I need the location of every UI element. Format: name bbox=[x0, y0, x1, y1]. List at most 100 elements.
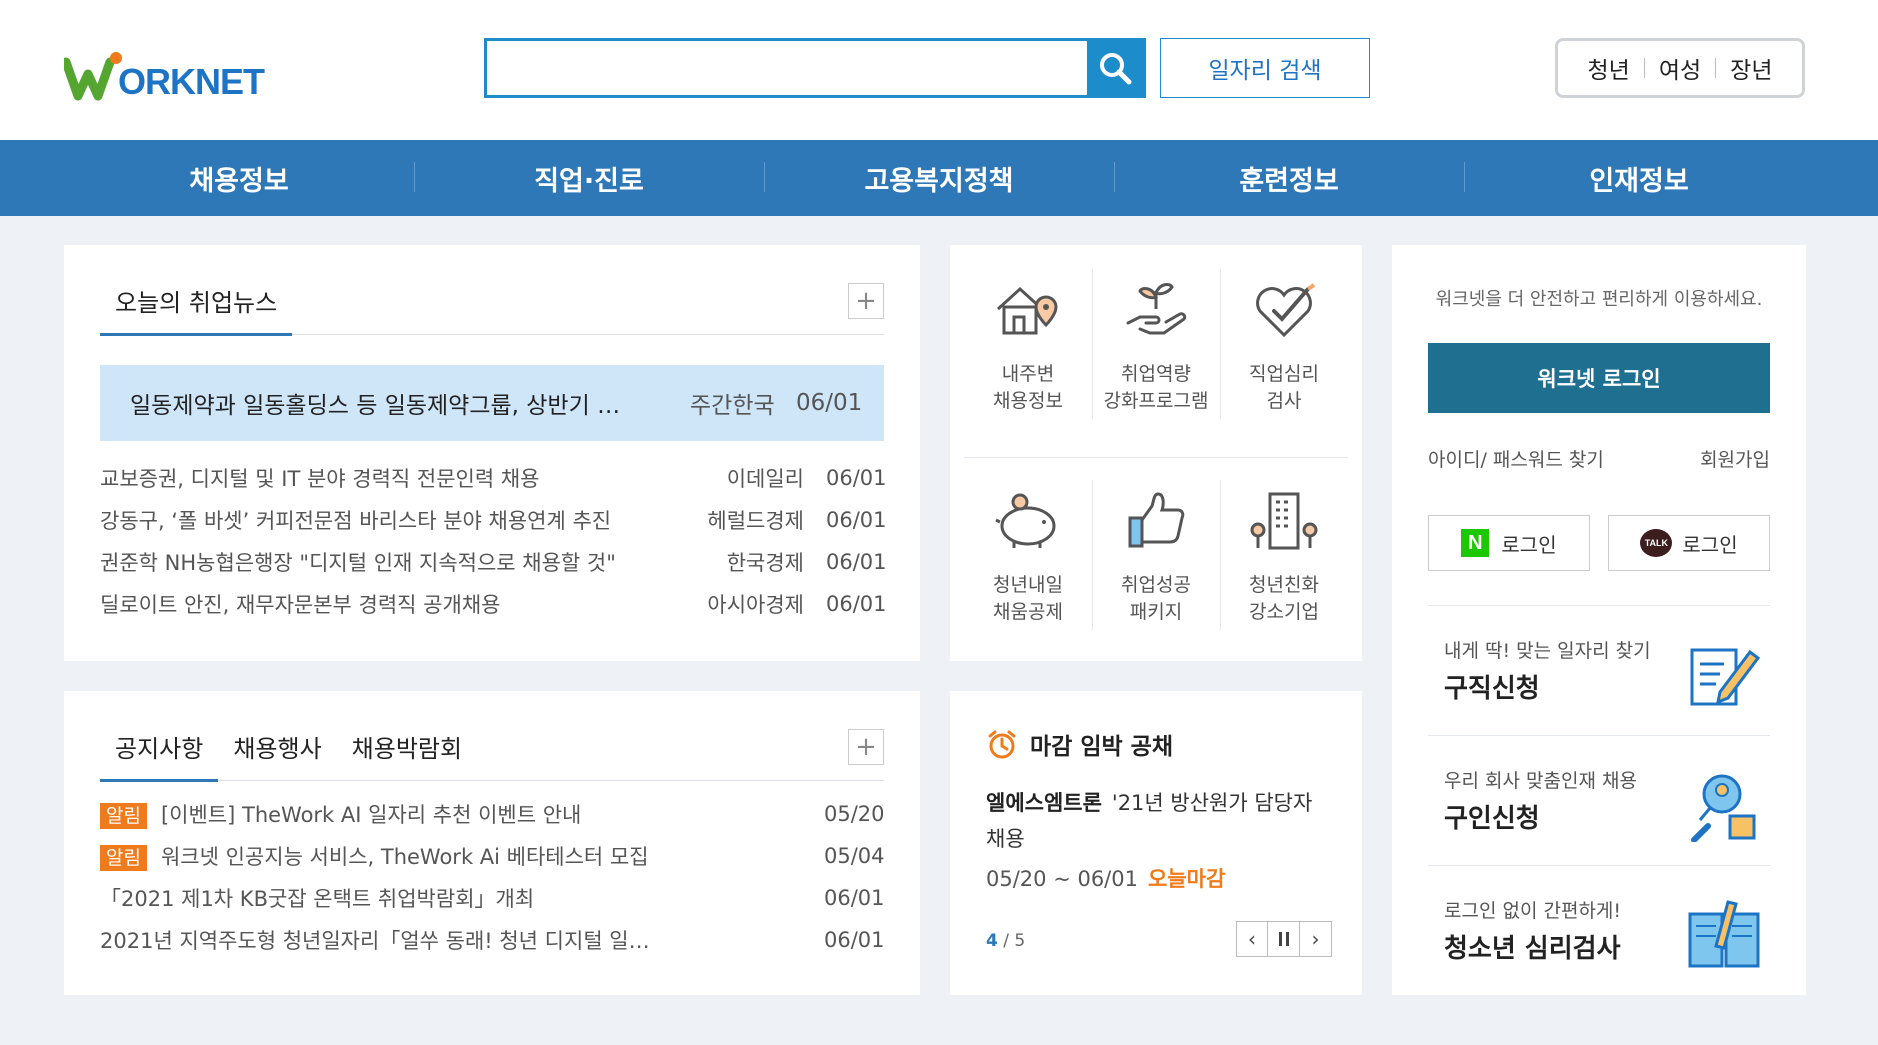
search-icon bbox=[1100, 53, 1132, 85]
resume-pencil-icon bbox=[1690, 648, 1761, 706]
tab-recruit-events[interactable]: 채용행사 bbox=[218, 729, 336, 780]
deadline-company: 엘에스엠트론 bbox=[986, 791, 1102, 815]
deadline-pager: 4 / 5 bbox=[986, 931, 1025, 951]
list-item[interactable]: 알림 워크넷 인공지능 서비스, TheWork Ai 베타테스터 모집 05/0… bbox=[100, 835, 885, 877]
quick-menu-grid: 내주변 채용정보 취업역량 강화프로그램 직업심리 검사 청년내일 채움공제 취… bbox=[964, 269, 1348, 641]
notice-title: 알림 워크넷 인공지능 서비스, TheWork Ai 베타테스터 모집 bbox=[100, 841, 824, 871]
target-selector: 청년 여성 장년 bbox=[1555, 38, 1805, 98]
service-youth-psych-test[interactable]: 로그인 없이 간편하게! 청소년 심리검사 bbox=[1428, 865, 1770, 995]
deadline-title: 마감 임박 공채 bbox=[1030, 734, 1173, 760]
login-panel: 워크넷을 더 안전하고 편리하게 이용하세요. 워크넷 로그인 아이디/ 패스워… bbox=[1392, 245, 1806, 995]
news-source: 한국경제 bbox=[726, 551, 804, 575]
notice-text: [이벤트] TheWork AI 일자리 추천 이벤트 안내 bbox=[160, 803, 582, 827]
quick-item-competency-program[interactable]: 취업역량 강화프로그램 bbox=[1092, 269, 1220, 453]
search-box bbox=[484, 38, 1146, 98]
pause-button[interactable] bbox=[1268, 921, 1300, 957]
social-login: N 로그인 TALK 로그인 bbox=[1428, 515, 1770, 571]
login-message: 워크넷을 더 안전하고 편리하게 이용하세요. bbox=[1435, 289, 1763, 310]
quick-item-success-package[interactable]: 취업성공 패키지 bbox=[1092, 480, 1220, 641]
quick-item-psych-test[interactable]: 직업심리 검사 bbox=[1220, 269, 1348, 453]
prev-button[interactable]: ‹ bbox=[1236, 921, 1268, 957]
page-current: 4 bbox=[986, 931, 998, 951]
page-total: / 5 bbox=[1003, 931, 1026, 951]
service-title: 청소년 심리검사 bbox=[1444, 934, 1621, 964]
quick-item-label: 검사 bbox=[1266, 390, 1302, 412]
notice-tabs: 공지사항 채용행사 채용박람회 + bbox=[100, 721, 884, 782]
news-source: 이데일리 bbox=[726, 467, 804, 491]
tab-today-news[interactable]: 오늘의 취업뉴스 bbox=[100, 283, 293, 336]
worknet-logo-graphic: ORKNET bbox=[64, 52, 266, 102]
quick-item-label: 채움공제 bbox=[993, 601, 1063, 623]
news-more-button[interactable]: + bbox=[848, 283, 884, 319]
service-recruiting[interactable]: 우리 회사 맞춤인재 채용 구인신청 bbox=[1428, 735, 1770, 865]
alarm-clock-icon bbox=[988, 730, 1016, 759]
notice-date: 06/01 bbox=[824, 886, 885, 910]
tab-notice[interactable]: 공지사항 bbox=[100, 729, 219, 782]
nav-item-training[interactable]: 훈련정보 bbox=[1114, 140, 1464, 216]
news-panel: 오늘의 취업뉴스 + 일동제약과 일동홀딩스 등 일동제약그룹, 상반기 … 주… bbox=[64, 245, 920, 661]
news-title: 딜로이트 안진, 재무자문본부 경력직 공개채용 bbox=[100, 593, 501, 617]
notice-list: 알림 [이벤트] TheWork AI 일자리 추천 이벤트 안내 05/20 알… bbox=[100, 793, 885, 961]
nav-item-career[interactable]: 직업·진로 bbox=[414, 140, 764, 216]
deadline-period: 05/20 ~ 06/01 오늘마감 bbox=[986, 863, 1225, 893]
service-subtitle: 내게 딱! 맞는 일자리 찾기 bbox=[1444, 640, 1651, 662]
header: ORKNET 일자리 검색 청년 여성 장년 bbox=[0, 0, 1878, 140]
nav-item-job-info[interactable]: 채용정보 bbox=[64, 140, 414, 216]
headline-title: 일동제약과 일동홀딩스 등 일동제약그룹, 상반기 … bbox=[130, 393, 621, 419]
worknet-logo[interactable]: ORKNET bbox=[64, 48, 304, 104]
naver-login-button[interactable]: N 로그인 bbox=[1428, 515, 1590, 571]
service-title: 구직신청 bbox=[1444, 674, 1540, 704]
nav-item-talent[interactable]: 인재정보 bbox=[1464, 140, 1814, 216]
list-item[interactable]: 2021년 지역주도형 청년일자리「얼쑤 동래! 청년 디지털 일… 06/01 bbox=[100, 919, 885, 961]
list-item[interactable]: 「2021 제1차 KB굿잡 온택트 취업박람회」개최 06/01 bbox=[100, 877, 885, 919]
job-search-button[interactable]: 일자리 검색 bbox=[1160, 38, 1370, 98]
login-links: 아이디/ 패스워드 찾기 회원가입 bbox=[1428, 445, 1770, 472]
search-input[interactable] bbox=[487, 41, 1057, 95]
quick-item-nearby-jobs[interactable]: 내주변 채용정보 bbox=[964, 269, 1092, 453]
quick-item-label: 패키지 bbox=[1129, 601, 1183, 623]
nav-item-welfare-policy[interactable]: 고용복지정책 bbox=[764, 140, 1114, 216]
target-middle-aged-link[interactable]: 장년 bbox=[1730, 51, 1772, 85]
notice-title: 알림 [이벤트] TheWork AI 일자리 추천 이벤트 안내 bbox=[100, 799, 824, 829]
quick-item-label: 취업역량 bbox=[1121, 363, 1191, 385]
deadline-job[interactable]: 엘에스엠트론 '21년 방산원가 담당자 채용 bbox=[986, 785, 1326, 857]
notice-more-button[interactable]: + bbox=[848, 729, 884, 765]
list-item[interactable]: 딜로이트 안진, 재무자문본부 경력직 공개채용 아시아경제 06/01 bbox=[100, 583, 887, 625]
quick-item-youth-friendly-company[interactable]: 청년친화 강소기업 bbox=[1220, 480, 1348, 641]
slider-controls: ‹ › bbox=[1236, 921, 1332, 957]
kakao-talk-icon: TALK bbox=[1640, 529, 1673, 557]
thumbs-up-icon bbox=[1128, 492, 1185, 548]
piggy-bank-icon bbox=[995, 493, 1056, 548]
tab-job-fair[interactable]: 채용박람회 bbox=[337, 729, 477, 780]
news-date: 06/01 bbox=[826, 466, 887, 490]
list-item[interactable]: 권준학 NH농협은행장 "디지털 인재 지속적으로 채용할 것" 한국경제 06… bbox=[100, 541, 887, 583]
list-item[interactable]: 강동구, ‘폴 바셋’ 커피전문점 바리스타 분야 채용연계 추진 헤럴드경제 … bbox=[100, 499, 887, 541]
notice-date: 05/04 bbox=[824, 844, 885, 868]
news-title: 강동구, ‘폴 바셋’ 커피전문점 바리스타 분야 채용연계 추진 bbox=[100, 509, 612, 533]
find-id-password-link[interactable]: 아이디/ 패스워드 찾기 bbox=[1428, 445, 1604, 472]
kakao-login-button[interactable]: TALK 로그인 bbox=[1608, 515, 1770, 571]
service-job-seeking[interactable]: 내게 딱! 맞는 일자리 찾기 구직신청 bbox=[1428, 605, 1770, 735]
next-button[interactable]: › bbox=[1300, 921, 1332, 957]
quick-item-youth-savings[interactable]: 청년내일 채움공제 bbox=[964, 480, 1092, 641]
quick-item-label: 강화프로그램 bbox=[1103, 390, 1209, 412]
worknet-login-button[interactable]: 워크넷 로그인 bbox=[1428, 343, 1770, 413]
target-youth-link[interactable]: 청년 bbox=[1588, 51, 1630, 85]
news-source: 헤럴드경제 bbox=[707, 509, 804, 533]
sprout-hand-icon bbox=[1126, 283, 1187, 335]
svg-text:ORKNET: ORKNET bbox=[118, 61, 265, 102]
headline-date: 06/01 bbox=[796, 390, 863, 416]
news-headline[interactable]: 일동제약과 일동홀딩스 등 일동제약그룹, 상반기 … 주간한국 06/01 bbox=[100, 365, 884, 441]
deadline-panel: 마감 임박 공채 엘에스엠트론 '21년 방산원가 담당자 채용 05/20 ~ … bbox=[950, 691, 1362, 995]
notice-text: 워크넷 인공지능 서비스, TheWork Ai 베타테스터 모집 bbox=[160, 845, 649, 869]
search-button[interactable] bbox=[1087, 41, 1143, 95]
main-nav: 채용정보 직업·진로 고용복지정책 훈련정보 인재정보 bbox=[0, 140, 1878, 216]
list-item[interactable]: 교보증권, 디지털 및 IT 분야 경력직 전문인력 채용 이데일리 06/01 bbox=[100, 457, 887, 499]
quick-item-label: 내주변 bbox=[1001, 363, 1055, 385]
list-item[interactable]: 알림 [이벤트] TheWork AI 일자리 추천 이벤트 안내 05/20 bbox=[100, 793, 885, 835]
notice-date: 05/20 bbox=[824, 802, 885, 826]
signup-link[interactable]: 회원가입 bbox=[1700, 445, 1770, 472]
service-subtitle: 우리 회사 맞춤인재 채용 bbox=[1444, 770, 1637, 792]
target-women-link[interactable]: 여성 bbox=[1659, 51, 1701, 85]
news-tabs: 오늘의 취업뉴스 + bbox=[100, 275, 884, 336]
